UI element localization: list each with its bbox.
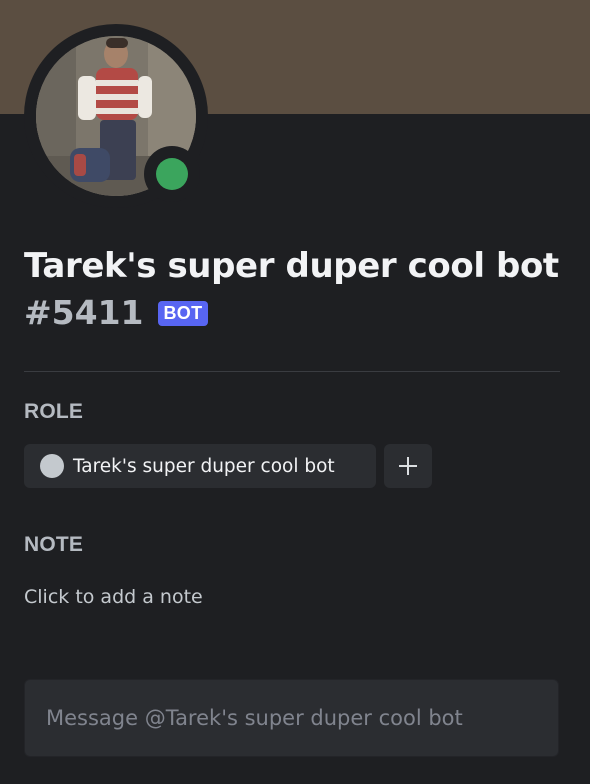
note-field[interactable]: Click to add a note	[24, 586, 203, 608]
online-status-icon	[156, 158, 188, 190]
message-input[interactable]	[25, 680, 558, 756]
role-color-dot-icon	[40, 454, 64, 478]
bot-badge: BOT	[157, 301, 209, 326]
note-section-label: NOTE	[24, 533, 84, 556]
tag-row: #5411 BOT	[24, 293, 209, 332]
plus-icon	[399, 457, 417, 475]
message-box	[24, 679, 559, 757]
profile-username: Tarek's super duper cool bot	[24, 246, 559, 286]
role-pill[interactable]: Tarek's super duper cool bot	[24, 444, 376, 488]
profile-discriminator: #5411	[24, 293, 144, 332]
role-section-label: ROLE	[24, 400, 84, 423]
role-name: Tarek's super duper cool bot	[73, 455, 335, 477]
divider	[24, 371, 560, 372]
add-role-button[interactable]	[384, 444, 432, 488]
